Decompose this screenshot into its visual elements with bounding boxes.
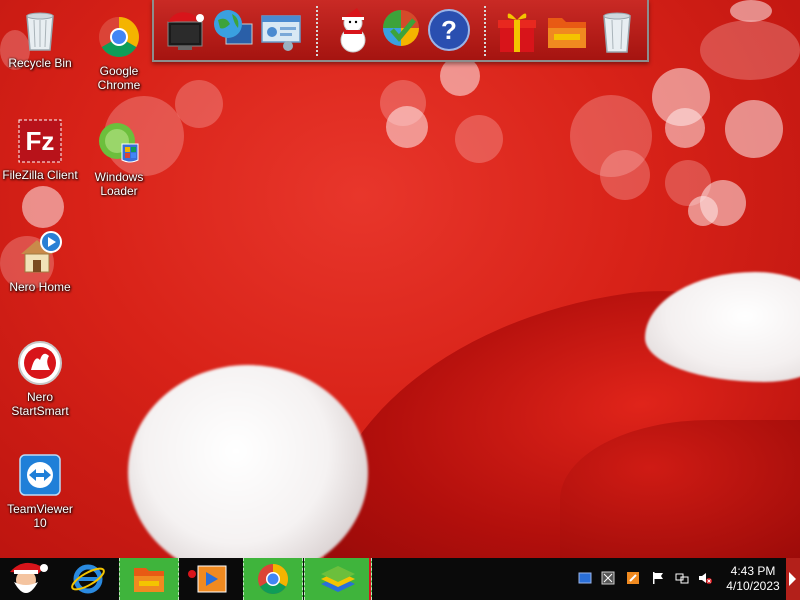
dock-folder[interactable] bbox=[544, 6, 590, 54]
clock-time: 4:43 PM bbox=[730, 564, 776, 578]
snowman-icon bbox=[340, 8, 366, 53]
taskbar-media-player[interactable] bbox=[184, 558, 242, 600]
desktop-icon-label: Recycle Bin bbox=[8, 56, 72, 70]
bokeh-light bbox=[688, 196, 718, 226]
help-icon: ? bbox=[428, 9, 470, 51]
taskbar-file-explorer[interactable] bbox=[119, 558, 179, 600]
desktop-wallpaper: Recycle Bin Google Chrome Fz FileZilla C… bbox=[0, 0, 800, 558]
media-player-icon bbox=[188, 565, 227, 593]
chrome-icon bbox=[258, 564, 289, 595]
bokeh-light bbox=[600, 150, 650, 200]
desktop-icon-windows-loader[interactable]: Windows Loader bbox=[80, 120, 158, 198]
desktop-icon-label: TeamViewer 10 bbox=[7, 502, 73, 530]
windows-orb-icon bbox=[383, 10, 419, 46]
dock-snowman[interactable] bbox=[330, 6, 376, 54]
desktop-icon-filezilla[interactable]: Fz FileZilla Client bbox=[1, 118, 79, 182]
recycle-bin-icon bbox=[17, 6, 63, 52]
teamviewer-icon bbox=[17, 452, 63, 498]
desktop-icon-recycle-bin[interactable]: Recycle Bin bbox=[1, 6, 79, 70]
taskbar-bluestacks[interactable] bbox=[304, 558, 372, 600]
dock-recycle-bin[interactable] bbox=[594, 6, 640, 54]
control-panel-icon bbox=[261, 15, 301, 51]
desktop-icon-label: FileZilla Client bbox=[2, 168, 78, 182]
taskbar-chrome[interactable] bbox=[243, 558, 303, 600]
bokeh-light bbox=[725, 100, 783, 158]
desktop-icon-label: Nero Home bbox=[9, 280, 71, 294]
santa-hat-pompom bbox=[128, 365, 368, 558]
chrome-icon bbox=[96, 14, 142, 60]
bokeh-light bbox=[700, 20, 800, 80]
dock-control-panel[interactable] bbox=[258, 6, 304, 54]
dock-separator bbox=[484, 6, 486, 56]
taskbar-internet-explorer[interactable] bbox=[64, 558, 112, 600]
desktop-icon-nero-home[interactable]: Nero Home bbox=[1, 230, 79, 294]
filezilla-icon: Fz bbox=[17, 118, 63, 164]
desktop-icon-google-chrome[interactable]: Google Chrome bbox=[80, 14, 158, 92]
svg-text:?: ? bbox=[441, 15, 457, 45]
top-dock: ? bbox=[152, 0, 649, 62]
clock-date: 4/10/2023 bbox=[726, 579, 780, 593]
bokeh-light bbox=[175, 80, 223, 128]
svg-text:Fz: Fz bbox=[26, 126, 55, 156]
volume-muted-icon[interactable] bbox=[698, 571, 712, 585]
taskbar: 4:43 PM 4/10/2023 bbox=[0, 558, 800, 600]
dock-network[interactable] bbox=[210, 6, 256, 54]
show-desktop-button[interactable] bbox=[786, 558, 800, 600]
folder-icon bbox=[548, 18, 586, 48]
santa-computer-icon bbox=[167, 12, 204, 50]
bokeh-light bbox=[22, 186, 64, 228]
internet-explorer-icon bbox=[71, 564, 105, 594]
santa-start-icon bbox=[10, 562, 48, 593]
desktop-icon-nero-startsmart[interactable]: Nero StartSmart bbox=[1, 340, 79, 418]
desktop-icon-label: Google Chrome bbox=[97, 64, 141, 92]
dock-separator bbox=[316, 6, 318, 56]
recycle-bin-icon bbox=[603, 12, 631, 53]
nero-home-icon bbox=[17, 230, 63, 276]
gift-icon bbox=[498, 13, 536, 52]
windows-loader-icon bbox=[96, 120, 142, 166]
taskbar-clock[interactable]: 4:43 PM 4/10/2023 bbox=[722, 564, 784, 594]
bokeh-light bbox=[665, 108, 705, 148]
bluestacks-icon bbox=[321, 558, 371, 600]
bokeh-light bbox=[440, 56, 480, 96]
nero-startsmart-icon bbox=[17, 340, 63, 386]
flag-icon[interactable] bbox=[651, 571, 665, 585]
bokeh-light bbox=[455, 115, 503, 163]
desktop-icon-label: Nero StartSmart bbox=[11, 390, 69, 418]
dock-help[interactable]: ? bbox=[426, 6, 472, 54]
app-icon[interactable] bbox=[626, 571, 640, 585]
network-globe-icon bbox=[214, 10, 253, 45]
file-explorer-icon bbox=[134, 568, 164, 592]
network-icon[interactable] bbox=[675, 571, 689, 585]
bokeh-light bbox=[730, 0, 772, 22]
dock-windows-orb[interactable] bbox=[378, 6, 424, 54]
dock-gift[interactable] bbox=[494, 6, 540, 54]
desktop-icon-label: Windows Loader bbox=[94, 170, 144, 198]
vmware-icon[interactable] bbox=[578, 571, 592, 585]
start-button[interactable] bbox=[4, 558, 54, 600]
bokeh-light bbox=[386, 106, 428, 148]
dock-santa-computer[interactable] bbox=[162, 6, 208, 54]
desktop-icon-teamviewer[interactable]: TeamViewer 10 bbox=[1, 452, 79, 530]
virtualbox-icon[interactable] bbox=[601, 571, 615, 585]
